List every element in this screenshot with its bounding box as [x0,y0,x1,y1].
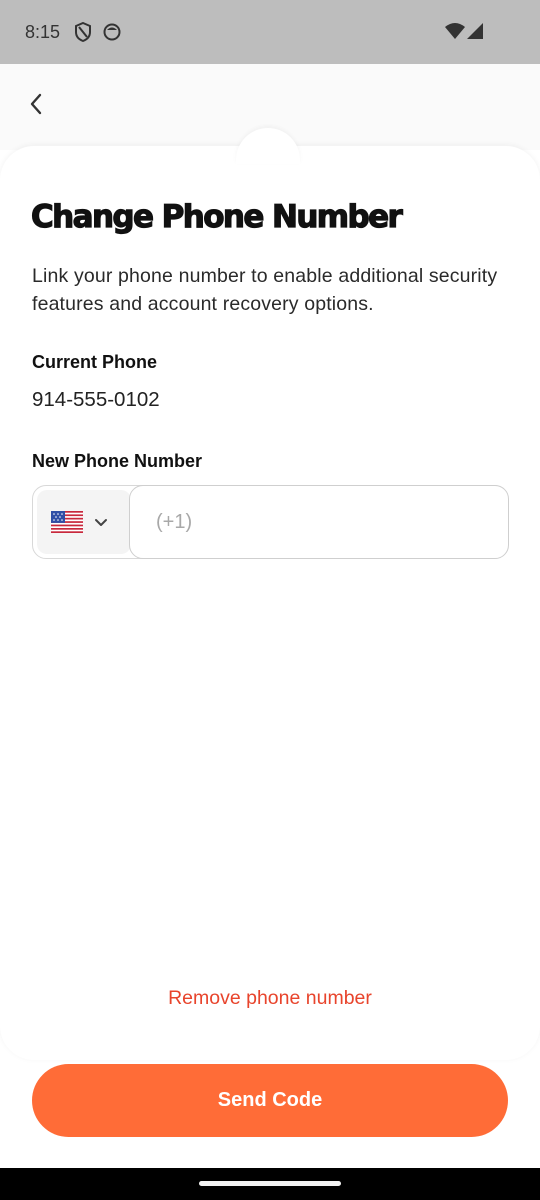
face-icon [103,22,121,47]
back-button[interactable] [18,86,54,126]
status-bar: 8:15 [0,0,540,64]
new-phone-input[interactable] [129,485,509,559]
page-description: Link your phone number to enable additio… [32,265,498,315]
send-code-button[interactable]: Send Code [32,1064,508,1137]
wifi-icon [444,22,466,45]
current-phone-label: Current Phone [32,352,158,372]
page-title: Change Phone Number [30,198,403,235]
status-time: 8:15 [25,22,61,42]
current-phone-value: 914-555-0102 [32,388,160,411]
chevron-left-icon [28,92,44,121]
home-indicator[interactable] [199,1181,341,1186]
us-flag-icon [51,510,83,534]
country-code-select[interactable] [37,490,131,554]
new-phone-label: New Phone Number [32,451,203,471]
phone-input-group [32,485,509,559]
shield-icon [74,21,92,47]
navigation-bar [0,1168,540,1200]
signal-icon [466,22,484,45]
chevron-down-icon [93,514,109,530]
remove-phone-link[interactable]: Remove phone number [0,987,540,1010]
